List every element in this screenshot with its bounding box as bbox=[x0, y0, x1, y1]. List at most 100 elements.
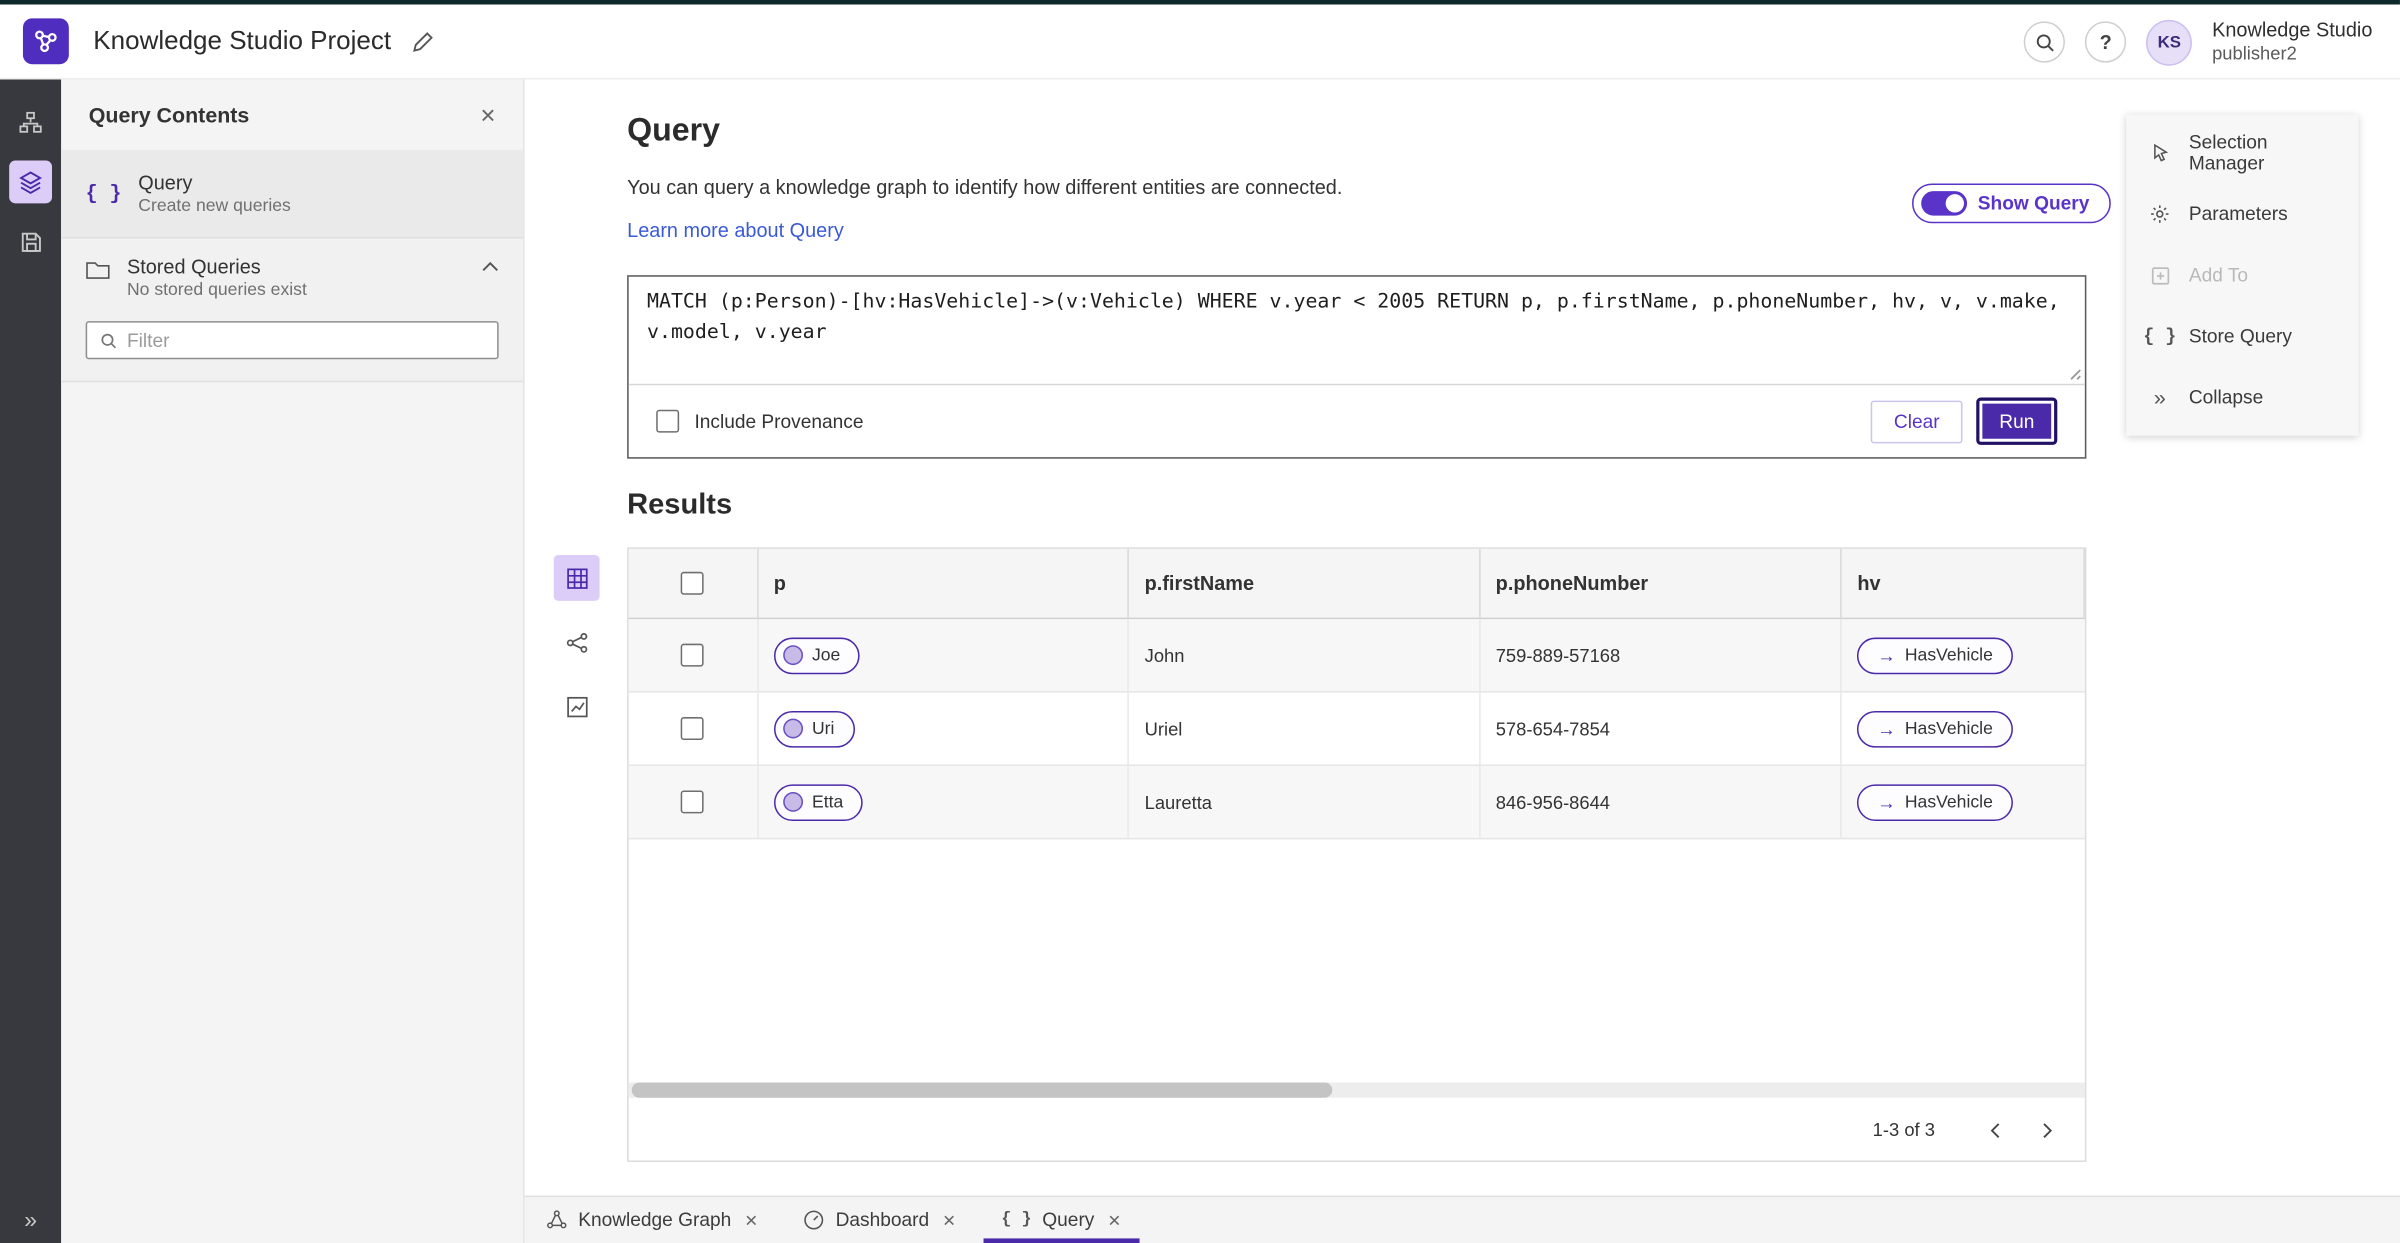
previous-page-button[interactable] bbox=[1975, 1110, 2015, 1150]
column-header-phonenumber[interactable]: p.phoneNumber bbox=[1480, 548, 1843, 618]
menu-item-label: Add To bbox=[2188, 264, 2249, 286]
table-body: Joe John 759-889-57168 → HasVehicle Uri … bbox=[628, 619, 2085, 840]
edit-title-button[interactable] bbox=[411, 30, 434, 53]
braces-icon: { } bbox=[1001, 1210, 1032, 1230]
learn-more-link[interactable]: Learn more about Query bbox=[627, 219, 844, 242]
table-row[interactable]: Joe John 759-889-57168 → HasVehicle bbox=[628, 619, 2085, 693]
query-editor-box: MATCH (p:Person)-[hv:HasVehicle]->(v:Veh… bbox=[627, 275, 2087, 459]
avatar[interactable]: KS bbox=[2146, 19, 2193, 65]
tab-dashboard[interactable]: Dashboard × bbox=[785, 1197, 974, 1243]
gear-icon bbox=[2148, 203, 2172, 224]
add-to-icon bbox=[2148, 265, 2172, 285]
double-chevron-right-icon: » bbox=[24, 1207, 37, 1234]
select-all-checkbox[interactable] bbox=[681, 571, 705, 595]
node-pill[interactable]: Uri bbox=[773, 710, 855, 747]
rail-expand-button[interactable]: » bbox=[0, 1208, 61, 1234]
app-logo[interactable] bbox=[22, 18, 69, 65]
column-header-hv[interactable]: hv bbox=[1842, 548, 2085, 618]
pencil-icon bbox=[411, 30, 434, 53]
sidebar-item-query[interactable]: { } Query Create new queries bbox=[61, 149, 524, 237]
column-header-firstname[interactable]: p.firstName bbox=[1129, 548, 1481, 618]
row-checkbox[interactable] bbox=[681, 643, 705, 667]
column-header-p[interactable]: p bbox=[758, 548, 1130, 618]
filter-box bbox=[85, 321, 499, 360]
filter-input[interactable] bbox=[126, 329, 485, 351]
query-text-area: MATCH (p:Person)-[hv:HasVehicle]->(v:Veh… bbox=[628, 276, 2085, 386]
edge-pill[interactable]: → HasVehicle bbox=[1857, 783, 2013, 821]
scrollbar-thumb[interactable] bbox=[631, 1082, 1333, 1098]
table-header-row: p p.firstName p.phoneNumber hv bbox=[628, 548, 2085, 620]
row-checkbox[interactable] bbox=[681, 717, 705, 740]
resize-handle[interactable] bbox=[2066, 365, 2081, 380]
query-editor-footer: Include Provenance Clear Run bbox=[629, 385, 2085, 457]
chart-view-button[interactable] bbox=[554, 683, 600, 729]
braces-icon: { } bbox=[2143, 325, 2177, 348]
node-pill[interactable]: Joe bbox=[773, 636, 861, 674]
include-provenance-checkbox[interactable] bbox=[656, 409, 680, 433]
close-icon: × bbox=[745, 1207, 758, 1233]
stored-queries-subtitle: No stored queries exist bbox=[126, 281, 307, 300]
menu-item-selection-manager[interactable]: Selection Manager bbox=[2126, 122, 2358, 183]
table-row[interactable]: Etta Lauretta 846-956-8644 → HasVehicle bbox=[628, 765, 2085, 840]
edge-pill[interactable]: → HasVehicle bbox=[1857, 710, 2013, 747]
close-tab-button[interactable]: × bbox=[1108, 1209, 1121, 1230]
arrow-right-icon: → bbox=[1877, 644, 1896, 666]
cell-phonenumber: 759-889-57168 bbox=[1495, 644, 1621, 666]
clear-button[interactable]: Clear bbox=[1870, 399, 1963, 443]
node-pill[interactable]: Etta bbox=[773, 783, 864, 821]
menu-item-collapse[interactable]: » Collapse bbox=[2126, 367, 2358, 428]
rail-save-button[interactable] bbox=[9, 220, 52, 263]
cell-firstname: Uriel bbox=[1144, 717, 1183, 740]
results-view-switcher bbox=[553, 554, 600, 729]
braces-icon: { } bbox=[85, 181, 122, 205]
query-item-subtitle: Create new queries bbox=[138, 197, 291, 216]
next-page-button[interactable] bbox=[2027, 1110, 2067, 1150]
node-circle-icon bbox=[782, 718, 803, 739]
save-icon bbox=[19, 230, 42, 253]
node-circle-icon bbox=[782, 645, 803, 666]
chevron-up-icon[interactable] bbox=[482, 261, 499, 272]
show-query-toggle[interactable]: Show Query bbox=[1912, 183, 2111, 224]
menu-item-label: Store Query bbox=[2188, 325, 2292, 348]
project-title: Knowledge Studio Project bbox=[93, 25, 392, 56]
close-icon: × bbox=[1108, 1207, 1121, 1233]
node-circle-icon bbox=[782, 791, 803, 812]
table-row[interactable]: Uri Uriel 578-654-7854 → HasVehicle bbox=[628, 692, 2085, 766]
menu-item-parameters[interactable]: Parameters bbox=[2126, 183, 2358, 244]
table-view-button[interactable] bbox=[553, 554, 600, 601]
app-header: Knowledge Studio Project ? KS Knowledge … bbox=[0, 4, 2400, 80]
double-chevron-right-icon: » bbox=[2153, 385, 2166, 410]
model-tree-icon bbox=[18, 110, 42, 134]
graph-view-button[interactable] bbox=[554, 619, 600, 665]
results-title: Results bbox=[627, 489, 733, 522]
chevron-right-icon bbox=[2041, 1121, 2052, 1138]
query-input[interactable]: MATCH (p:Person)-[hv:HasVehicle]->(v:Veh… bbox=[628, 276, 2085, 384]
folder-icon bbox=[86, 260, 110, 280]
stored-queries-title: Stored Queries bbox=[126, 255, 261, 279]
cell-phonenumber: 578-654-7854 bbox=[1495, 717, 1611, 740]
knowledge-graph-icon bbox=[546, 1209, 567, 1230]
arrow-right-icon: → bbox=[1877, 791, 1896, 813]
search-button[interactable] bbox=[2023, 21, 2066, 63]
close-tab-button[interactable]: × bbox=[943, 1209, 956, 1230]
query-item-title: Query bbox=[138, 171, 193, 195]
run-button[interactable]: Run bbox=[1976, 397, 2058, 445]
main-content: Query You can query a knowledge graph to… bbox=[524, 79, 2400, 1196]
close-icon: × bbox=[942, 1207, 956, 1233]
rail-model-button[interactable] bbox=[9, 101, 52, 144]
cell-phonenumber: 846-956-8644 bbox=[1495, 791, 1611, 813]
horizontal-scrollbar[interactable] bbox=[628, 1082, 2085, 1098]
help-button[interactable]: ? bbox=[2085, 21, 2127, 63]
close-tab-button[interactable]: × bbox=[745, 1209, 758, 1230]
search-icon bbox=[2034, 31, 2055, 52]
stored-queries-header[interactable]: Stored Queries No stored queries exist bbox=[86, 255, 499, 300]
menu-item-store-query[interactable]: { } Store Query bbox=[2126, 306, 2358, 367]
close-panel-button[interactable]: × bbox=[480, 102, 495, 128]
tab-query[interactable]: { } Query × bbox=[982, 1197, 1140, 1243]
tab-knowledge-graph[interactable]: Knowledge Graph × bbox=[528, 1197, 776, 1243]
row-checkbox[interactable] bbox=[681, 790, 705, 814]
results-table: p p.firstName p.phoneNumber hv Joe John … bbox=[627, 547, 2087, 1162]
cell-firstname: John bbox=[1144, 644, 1185, 666]
edge-pill[interactable]: → HasVehicle bbox=[1857, 636, 2013, 674]
rail-layers-button[interactable] bbox=[9, 160, 53, 204]
